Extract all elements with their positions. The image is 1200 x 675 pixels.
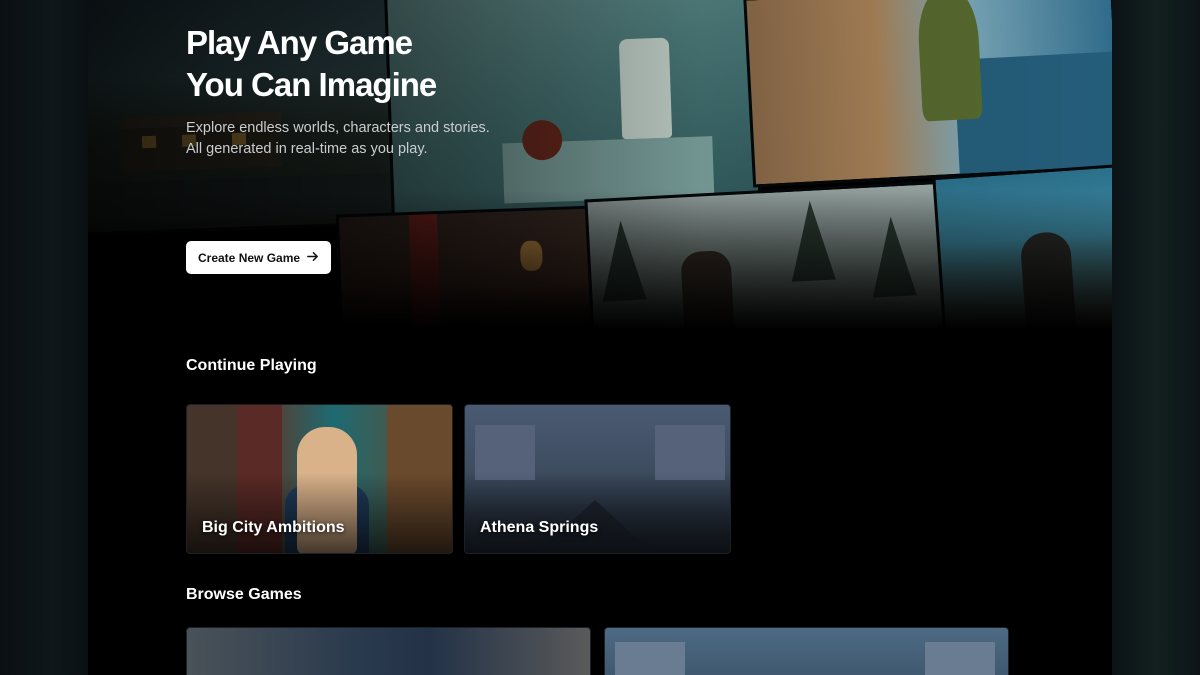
game-card-big-city-ambitions[interactable]: Big City Ambitions [186,404,453,554]
game-card-title: Athena Springs [480,519,599,536]
browse-game-card-suburb[interactable] [604,627,1009,675]
browse-games-heading: Browse Games [186,586,302,603]
create-new-game-label: Create New Game [198,250,301,265]
game-card-athena-springs[interactable]: Athena Springs [464,404,731,554]
continue-playing-heading: Continue Playing [186,357,317,374]
browse-game-card-space[interactable] [186,627,591,675]
game-card-title: Big City Ambitions [202,519,345,536]
left-backdrop [0,0,88,675]
arrow-right-icon [306,250,319,266]
hero-title-line1: Play Any Game [186,24,413,61]
hero-title: Play Any Game You Can Imagine [186,22,506,106]
page: Play Any Game You Can Imagine Explore en… [88,0,1112,675]
hero-subtitle: Explore endless worlds, characters and s… [186,120,490,157]
create-new-game-button[interactable]: Create New Game [186,241,332,274]
right-backdrop [1112,0,1200,675]
hero-title-line2: You Can Imagine [186,66,437,103]
